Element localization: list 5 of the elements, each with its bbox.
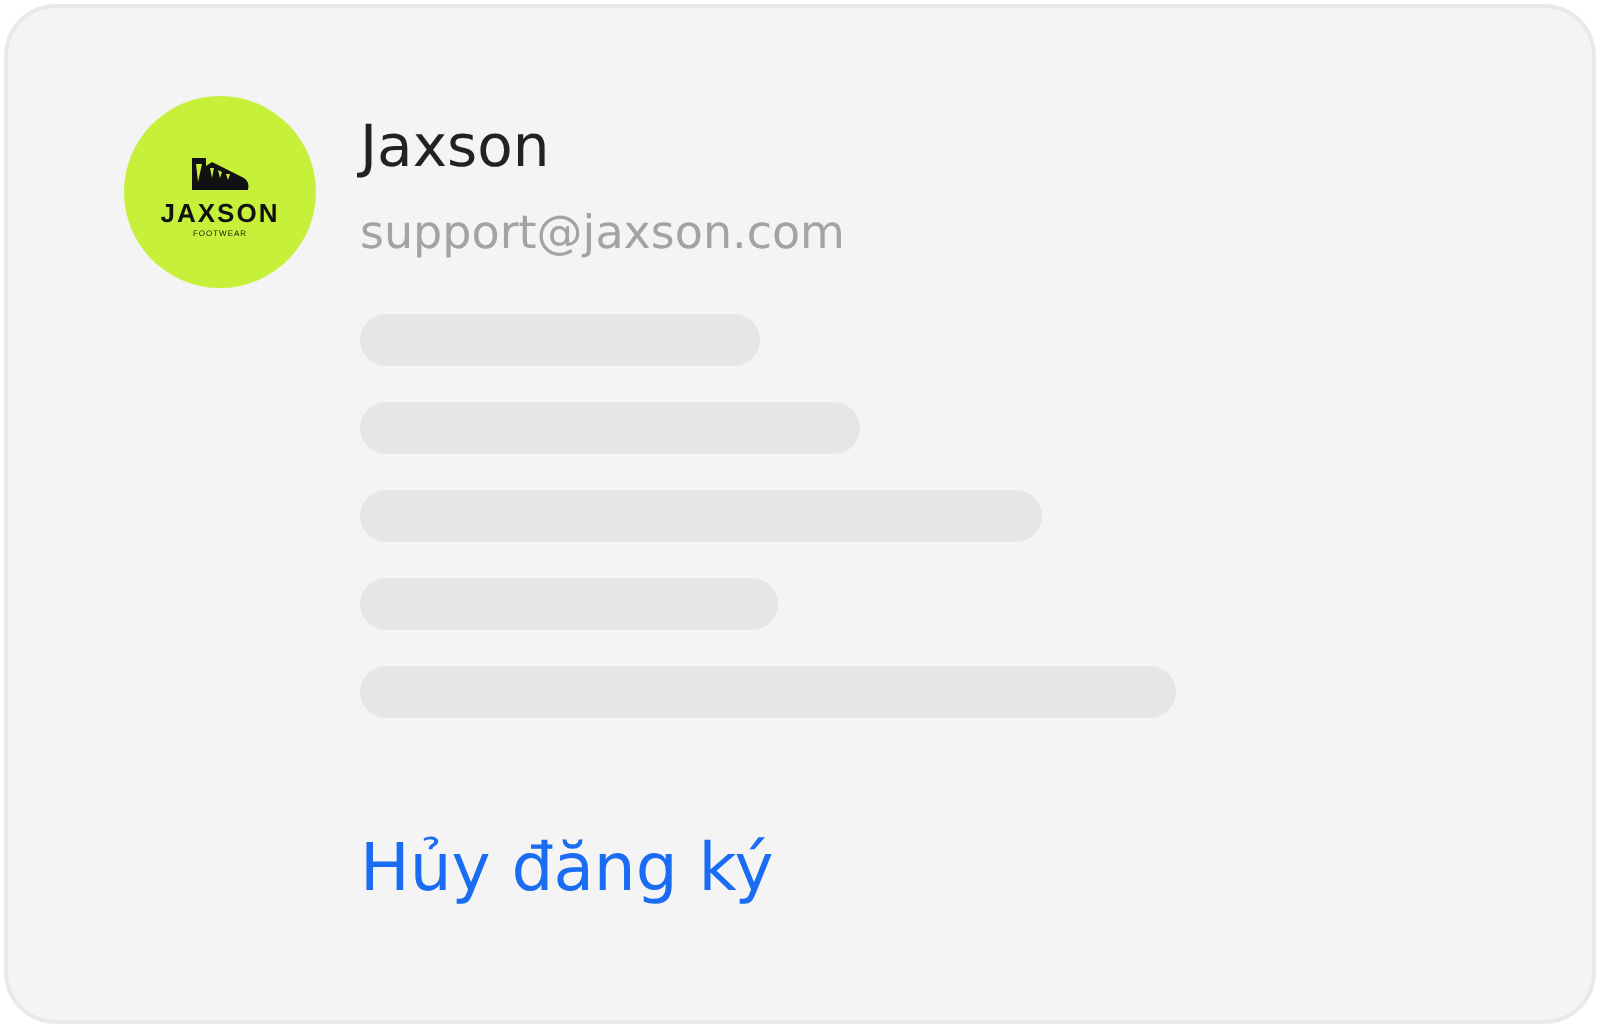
sneaker-icon <box>188 154 252 194</box>
logo-text: JAXSON <box>160 200 280 226</box>
sender-email: support@jaxson.com <box>360 212 847 258</box>
sender-name: Jaxson <box>360 118 552 176</box>
unsubscribe-link[interactable]: Hủy đăng ký <box>360 834 774 900</box>
